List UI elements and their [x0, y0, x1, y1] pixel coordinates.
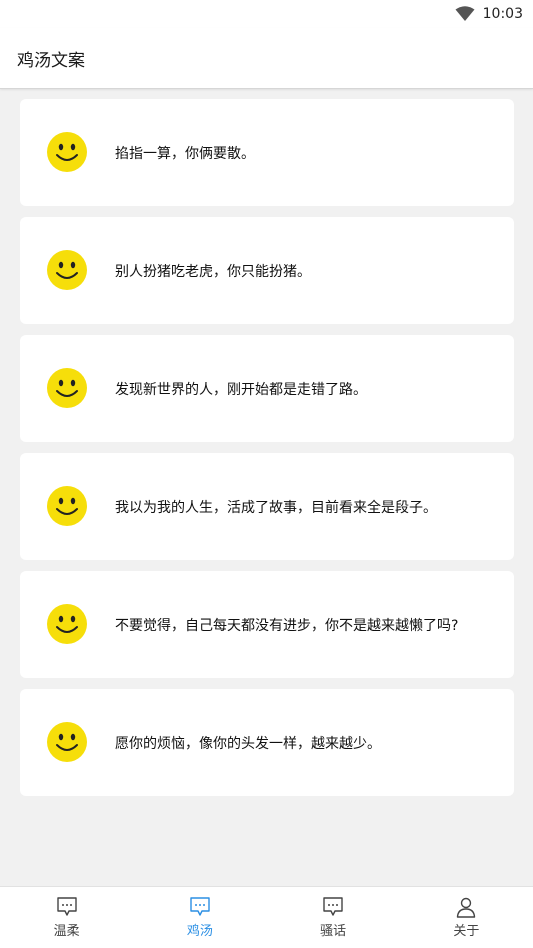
nav-item-jitang[interactable]: 鸡汤: [133, 887, 266, 948]
page-title: 鸡汤文案: [17, 50, 85, 71]
nav-label: 关于: [453, 924, 480, 939]
quote-card[interactable]: 愿你的烦恼，像你的头发一样，越来越少。: [20, 689, 514, 796]
chat-bubble-icon: [188, 896, 212, 918]
nav-item-saohua[interactable]: 骚话: [267, 887, 400, 948]
quote-text: 别人扮猪吃老虎，你只能扮猪。: [115, 263, 311, 280]
quote-card[interactable]: 不要觉得，自己每天都没有进步，你不是越来越懒了吗?: [20, 571, 514, 678]
app-bar: 鸡汤文案: [0, 28, 533, 89]
nav-item-guanyu[interactable]: 关于: [400, 887, 533, 948]
card-list: 掐指一算，你俩要散。 别人扮猪吃老虎，你只能扮猪。 发现新世界的人，刚开始都是走…: [0, 89, 533, 886]
quote-card[interactable]: 掐指一算，你俩要散。: [20, 99, 514, 206]
smiley-icon: [47, 722, 87, 762]
smiley-icon: [47, 250, 87, 290]
quote-text: 掐指一算，你俩要散。: [115, 145, 255, 162]
nav-label: 温柔: [53, 924, 80, 939]
smiley-icon: [47, 604, 87, 644]
nav-label: 鸡汤: [186, 924, 213, 939]
status-time: 10:03: [482, 6, 523, 22]
quote-text: 不要觉得，自己每天都没有进步，你不是越来越懒了吗?: [115, 617, 459, 634]
quote-card[interactable]: 我以为我的人生，活成了故事，目前看来全是段子。: [20, 453, 514, 560]
nav-item-wenrou[interactable]: 温柔: [0, 887, 133, 948]
nav-label: 骚话: [320, 924, 347, 939]
smiley-icon: [47, 132, 87, 172]
quote-text: 我以为我的人生，活成了故事，目前看来全是段子。: [115, 499, 437, 516]
quote-card[interactable]: 别人扮猪吃老虎，你只能扮猪。: [20, 217, 514, 324]
smiley-icon: [47, 486, 87, 526]
person-icon: [454, 896, 478, 918]
smiley-icon: [47, 368, 87, 408]
chat-bubble-icon: [55, 896, 79, 918]
wifi-icon: [455, 6, 475, 22]
quote-text: 愿你的烦恼，像你的头发一样，越来越少。: [115, 735, 381, 752]
quote-card[interactable]: 发现新世界的人，刚开始都是走错了路。: [20, 335, 514, 442]
chat-bubble-icon: [321, 896, 345, 918]
bottom-nav: 温柔 鸡汤 骚话 关于: [0, 886, 533, 948]
status-bar: 10:03: [0, 0, 533, 28]
quote-text: 发现新世界的人，刚开始都是走错了路。: [115, 381, 367, 398]
